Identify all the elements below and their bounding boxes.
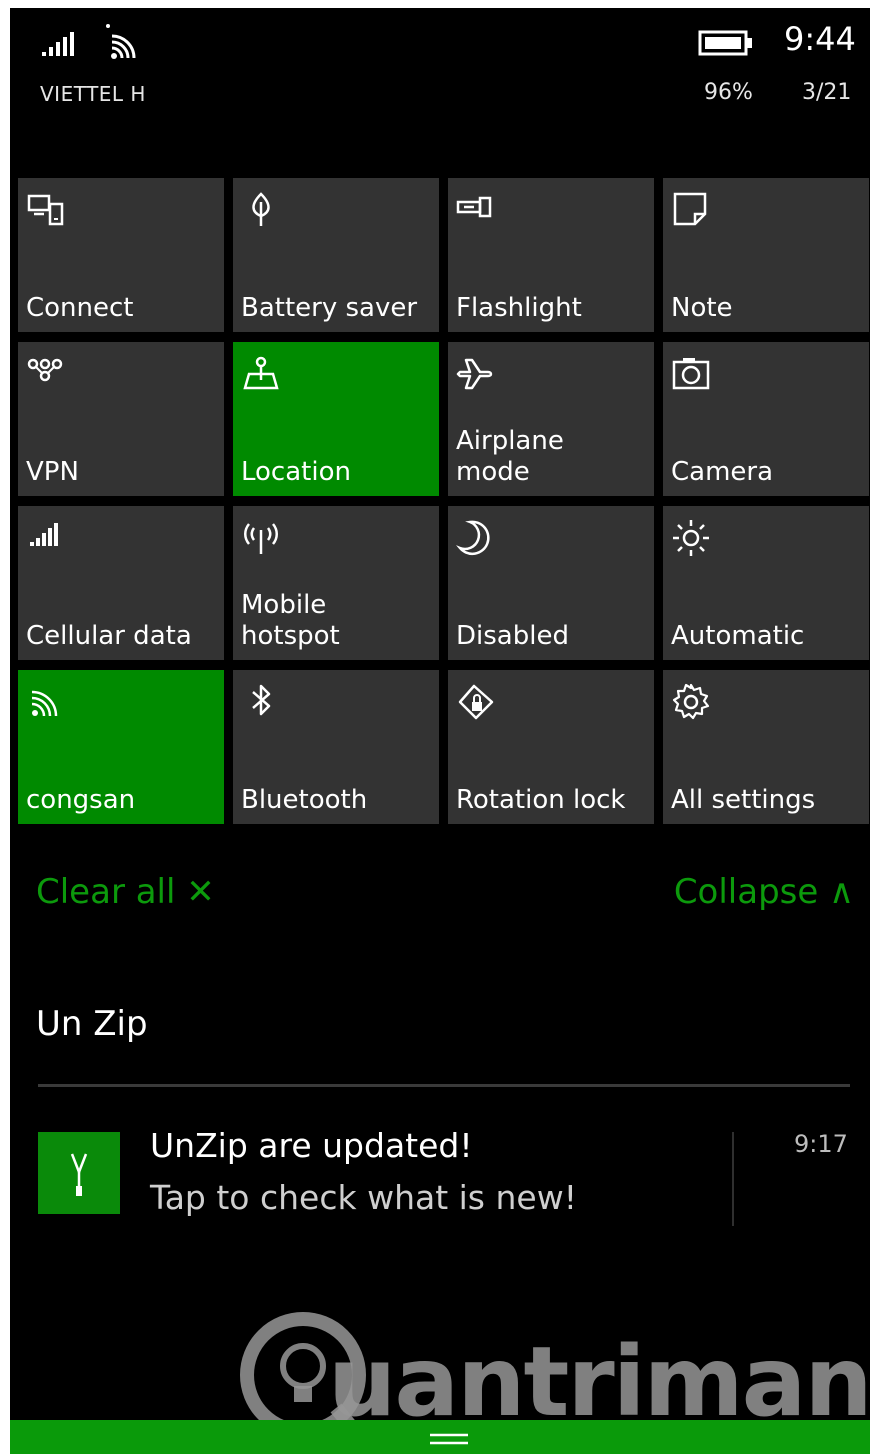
date: 3/21 (802, 80, 852, 105)
tile-flashlight[interactable]: Flashlight (448, 178, 654, 332)
collapse-button[interactable]: Collapse ∧ (674, 872, 854, 912)
quick-action-grid: Connect Battery saver Flashlight Note VP… (18, 178, 869, 824)
tile-label: Flashlight (456, 293, 582, 323)
tile-label: Battery saver (241, 293, 418, 323)
wifi-status-icon (106, 24, 136, 59)
tile-label: Mobile hotspot (241, 590, 340, 651)
airplane-icon (456, 358, 493, 390)
cellular-icon (30, 523, 58, 546)
quiet-hours-icon (456, 520, 490, 556)
tile-label: Bluetooth (241, 785, 368, 815)
tile-vpn[interactable]: VPN (18, 342, 224, 496)
battery-percent: 96% (704, 80, 753, 105)
gear-icon (672, 683, 710, 720)
tile-bluetooth[interactable]: Bluetooth (233, 670, 439, 824)
camera-icon (672, 358, 710, 390)
tile-label: Airplane mode (456, 426, 564, 487)
tile-label: congsan (26, 785, 136, 815)
tile-quiet-hours[interactable]: Disabled (448, 506, 654, 660)
tile-label: Note (671, 293, 733, 323)
tile-location[interactable]: Location (233, 342, 439, 496)
connect-icon (27, 194, 64, 226)
notification-title: UnZip are updated! (150, 1126, 473, 1165)
clock: 9:44 (784, 20, 856, 58)
tile-connect[interactable]: Connect (18, 178, 224, 332)
carrier-name: VIETTEL H (40, 82, 146, 106)
note-icon (673, 192, 707, 226)
tile-camera[interactable]: Camera (663, 342, 869, 496)
tile-label: All settings (671, 785, 816, 815)
battery-icon (698, 30, 752, 56)
bluetooth-icon (252, 684, 271, 716)
wifi-icon (31, 690, 58, 717)
rotation-lock-icon (458, 684, 494, 720)
brightness-icon (673, 520, 709, 556)
zipper-app-icon (38, 1132, 120, 1214)
divider (38, 1084, 850, 1087)
tile-battery-saver[interactable]: Battery saver (233, 178, 439, 332)
tile-label: Automatic (671, 621, 805, 651)
tile-brightness[interactable]: Automatic (663, 506, 869, 660)
tile-wifi[interactable]: congsan (18, 670, 224, 824)
battery-saver-icon (252, 192, 270, 226)
notification-time: 9:17 (794, 1130, 848, 1158)
drag-handle-icon[interactable] (430, 1432, 468, 1446)
tile-all-settings[interactable]: All settings (663, 670, 869, 824)
notification-body: Tap to check what is new! (150, 1178, 577, 1217)
tile-label: Rotation lock (456, 785, 626, 815)
tile-label: Location (241, 457, 351, 487)
signal-strength-icon (42, 32, 74, 56)
tile-label: Connect (26, 293, 134, 323)
tile-airplane-mode[interactable]: Airplane mode (448, 342, 654, 496)
clear-all-button[interactable]: Clear all ✕ (36, 872, 215, 912)
vpn-icon (27, 358, 63, 382)
tile-label: VPN (26, 457, 79, 487)
divider (732, 1132, 734, 1226)
tile-label: Cellular data (26, 621, 192, 651)
tile-note[interactable]: Note (663, 178, 869, 332)
tile-cellular-data[interactable]: Cellular data (18, 506, 224, 660)
tile-label: Camera (671, 457, 774, 487)
flashlight-icon (456, 196, 492, 218)
tile-rotation-lock[interactable]: Rotation lock (448, 670, 654, 824)
tile-label: Disabled (456, 621, 569, 651)
hotspot-icon (244, 523, 278, 554)
location-icon (243, 356, 279, 390)
action-center: VIETTEL H 9:44 96% 3/21 Connect Battery … (10, 8, 870, 1454)
notification-app-title[interactable]: Un Zip (36, 1004, 148, 1044)
tile-mobile-hotspot[interactable]: Mobile hotspot (233, 506, 439, 660)
